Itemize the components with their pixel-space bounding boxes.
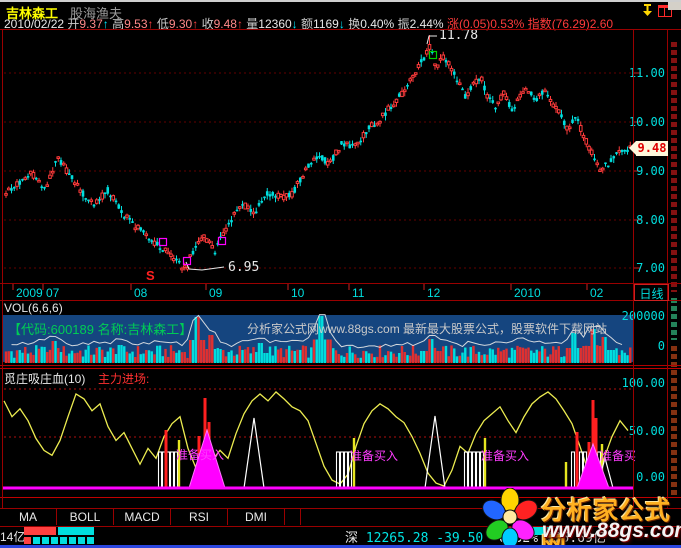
divider [0,368,681,369]
osc-signal-label: 主力进场: [98,370,149,387]
divider [0,29,681,30]
site-logo-flower-icon [480,488,540,546]
meter-tick [69,537,76,544]
border-chart-right [633,29,634,508]
meter-tick [78,537,85,544]
meter-tick [60,537,67,544]
divider [0,365,681,366]
border-left [2,29,3,508]
status-left-value: 14亿 [0,528,25,545]
date-label: 08 [134,286,147,300]
anchor-icon[interactable] [641,4,654,17]
tab-divider [300,509,301,525]
axis-label: 10.00 [629,115,665,129]
date-label: 10 [291,286,304,300]
ratio-meter-cyan [58,527,94,535]
window-top-edge [0,0,681,2]
axis-label: 9.00 [636,164,665,178]
ratio-meter-red [24,527,56,535]
tab-rsi[interactable]: RSI [171,509,228,525]
banner-code-text: 【代码:600189 名称:吉林森工】 [8,319,192,338]
status-segment: 12265.28 [366,531,436,546]
meter-tick [42,537,49,544]
tab-boll[interactable]: BOLL [57,509,114,525]
axis-label: 7.00 [636,261,665,275]
divider [0,283,681,284]
tab-macd[interactable]: MACD [114,509,171,525]
date-label: 12 [427,286,440,300]
banner-ad-text: 分析家公式网www.88gs.com 最新最大股票公式，股票软件下载网站 [247,320,607,337]
meter-tick [33,537,40,544]
date-label: 02 [590,286,603,300]
watermark-site-url: www.88gs.com [542,519,681,543]
axis-label: 0 [658,339,665,353]
meter-tick [87,537,94,544]
date-label: 2010 [514,286,541,300]
tab-ma[interactable]: MA [0,509,57,525]
header: 吉林森工 股海渔夫 2010/02/22 开9.37↑ 高9.53↑ 低9.30… [0,2,681,30]
period-label: 日线 [639,287,663,301]
osc-indicator-label[interactable]: 觅庄吸庄血(10) [4,370,85,387]
axis-label: 11.00 [629,66,665,80]
meter-tick [24,537,31,544]
right-strip-text [671,298,677,340]
axis-label: 200000 [622,309,665,323]
date-label: 09 [209,286,222,300]
date-label: 2009 [16,286,43,300]
period-selector[interactable]: 日线 [634,284,669,301]
vol-indicator-label[interactable]: VOL(6,6,6) [4,301,63,315]
current-price-tag: 9.48 [636,141,668,156]
axis-label: 0.00 [636,470,665,484]
tab-dmi[interactable]: DMI [228,509,285,525]
date-label: 07 [46,286,59,300]
axis-label: 100.00 [622,376,665,390]
low-annotation: 6.95 [228,260,259,275]
scrollbar-corner[interactable] [668,2,681,10]
trading-app-window: 吉林森工 股海渔夫 2010/02/22 开9.37↑ 高9.53↑ 低9.30… [0,0,681,548]
meter-tick [51,537,58,544]
chart-canvas [0,0,681,548]
divider [0,300,681,301]
status-segment: 深 [345,531,366,546]
border-axis-right [667,29,668,508]
date-label: 11 [352,286,364,300]
axis-label: 8.00 [636,213,665,227]
buy-signal-label: 准备买 [600,447,636,464]
right-strip-text [671,42,677,292]
buy-signal-label: 准备买入 [481,447,529,464]
buy-signal-label: 准备买入 [350,447,398,464]
axis-label: 50.00 [629,424,665,438]
buy-signal-label: 准备买入 [176,446,224,463]
sell-marker: S [146,268,155,283]
